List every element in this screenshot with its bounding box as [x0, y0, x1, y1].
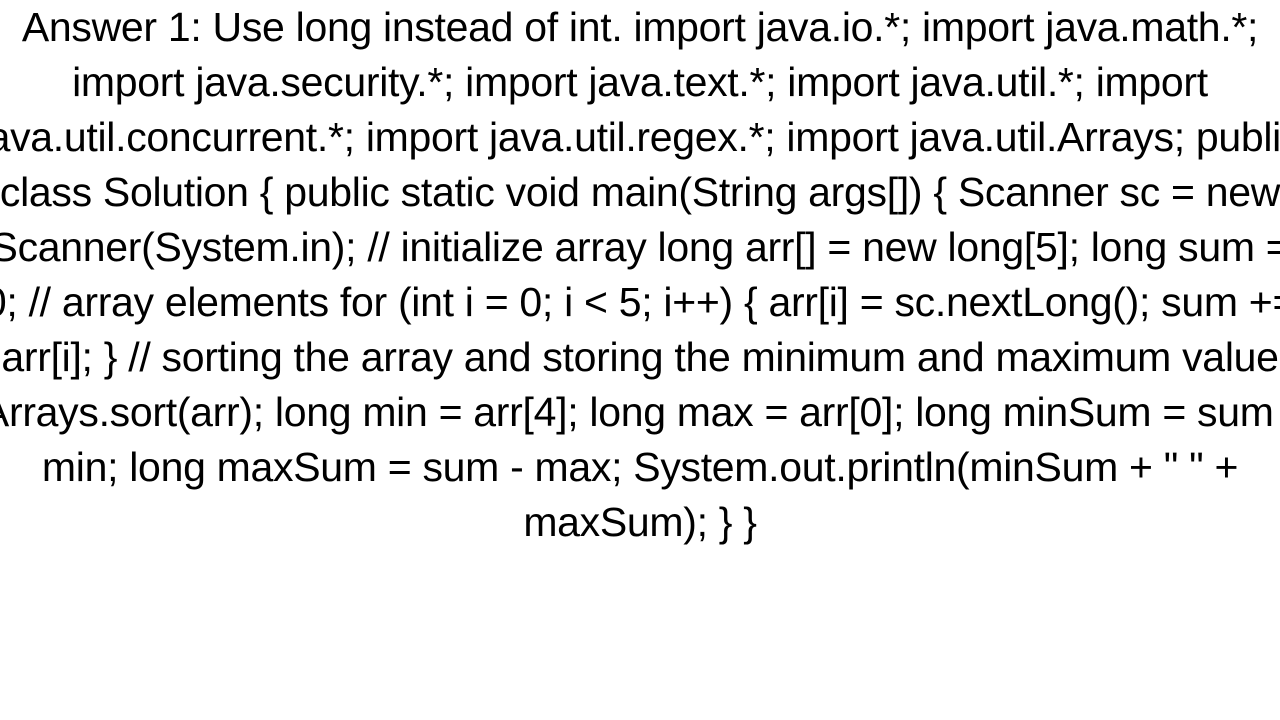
answer-text-block: Answer 1: Use long instead of int. impor…	[0, 0, 1280, 550]
answer-content: Answer 1: Use long instead of int. impor…	[0, 4, 1280, 545]
